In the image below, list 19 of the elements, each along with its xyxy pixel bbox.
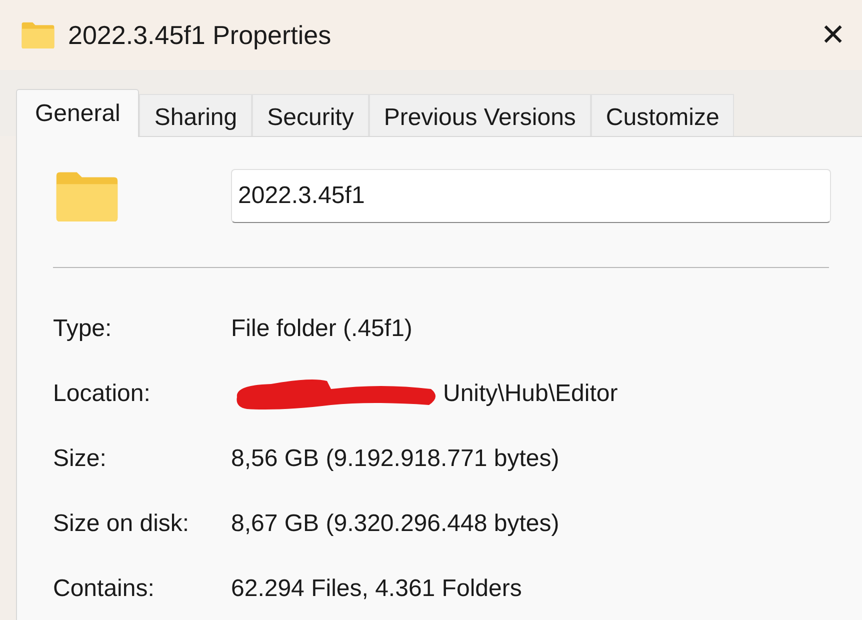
folder-icon [20, 20, 56, 50]
tab[interactable]: Sharing [139, 94, 252, 136]
property-value: 62.294 Files, 4.361 Folders [231, 574, 522, 604]
property-value: 8,67 GB (9.320.296.448 bytes) [231, 509, 560, 539]
close-button[interactable]: ✕ [810, 12, 856, 58]
property-value: 8,56 GB (9.192.918.771 bytes) [231, 444, 560, 474]
tab[interactable]: Customize [590, 94, 734, 136]
property-label: Contains: [53, 574, 156, 604]
property-label: Size on disk: [53, 509, 190, 539]
property-label: Size: [53, 444, 108, 474]
property-label: Type: [53, 314, 113, 344]
tab[interactable]: Previous Versions [368, 94, 591, 136]
name-field[interactable]: 2022.3.45f1 [231, 169, 831, 223]
window-title: 2022.3.45f1 Properties [68, 18, 332, 52]
property-label: Location: [53, 379, 152, 409]
property-value: File folder (.45f1) [231, 314, 412, 344]
tab[interactable]: Security [252, 94, 369, 136]
property-value: Unity\Hub\Editor [443, 379, 618, 409]
tab[interactable]: General [16, 89, 140, 137]
